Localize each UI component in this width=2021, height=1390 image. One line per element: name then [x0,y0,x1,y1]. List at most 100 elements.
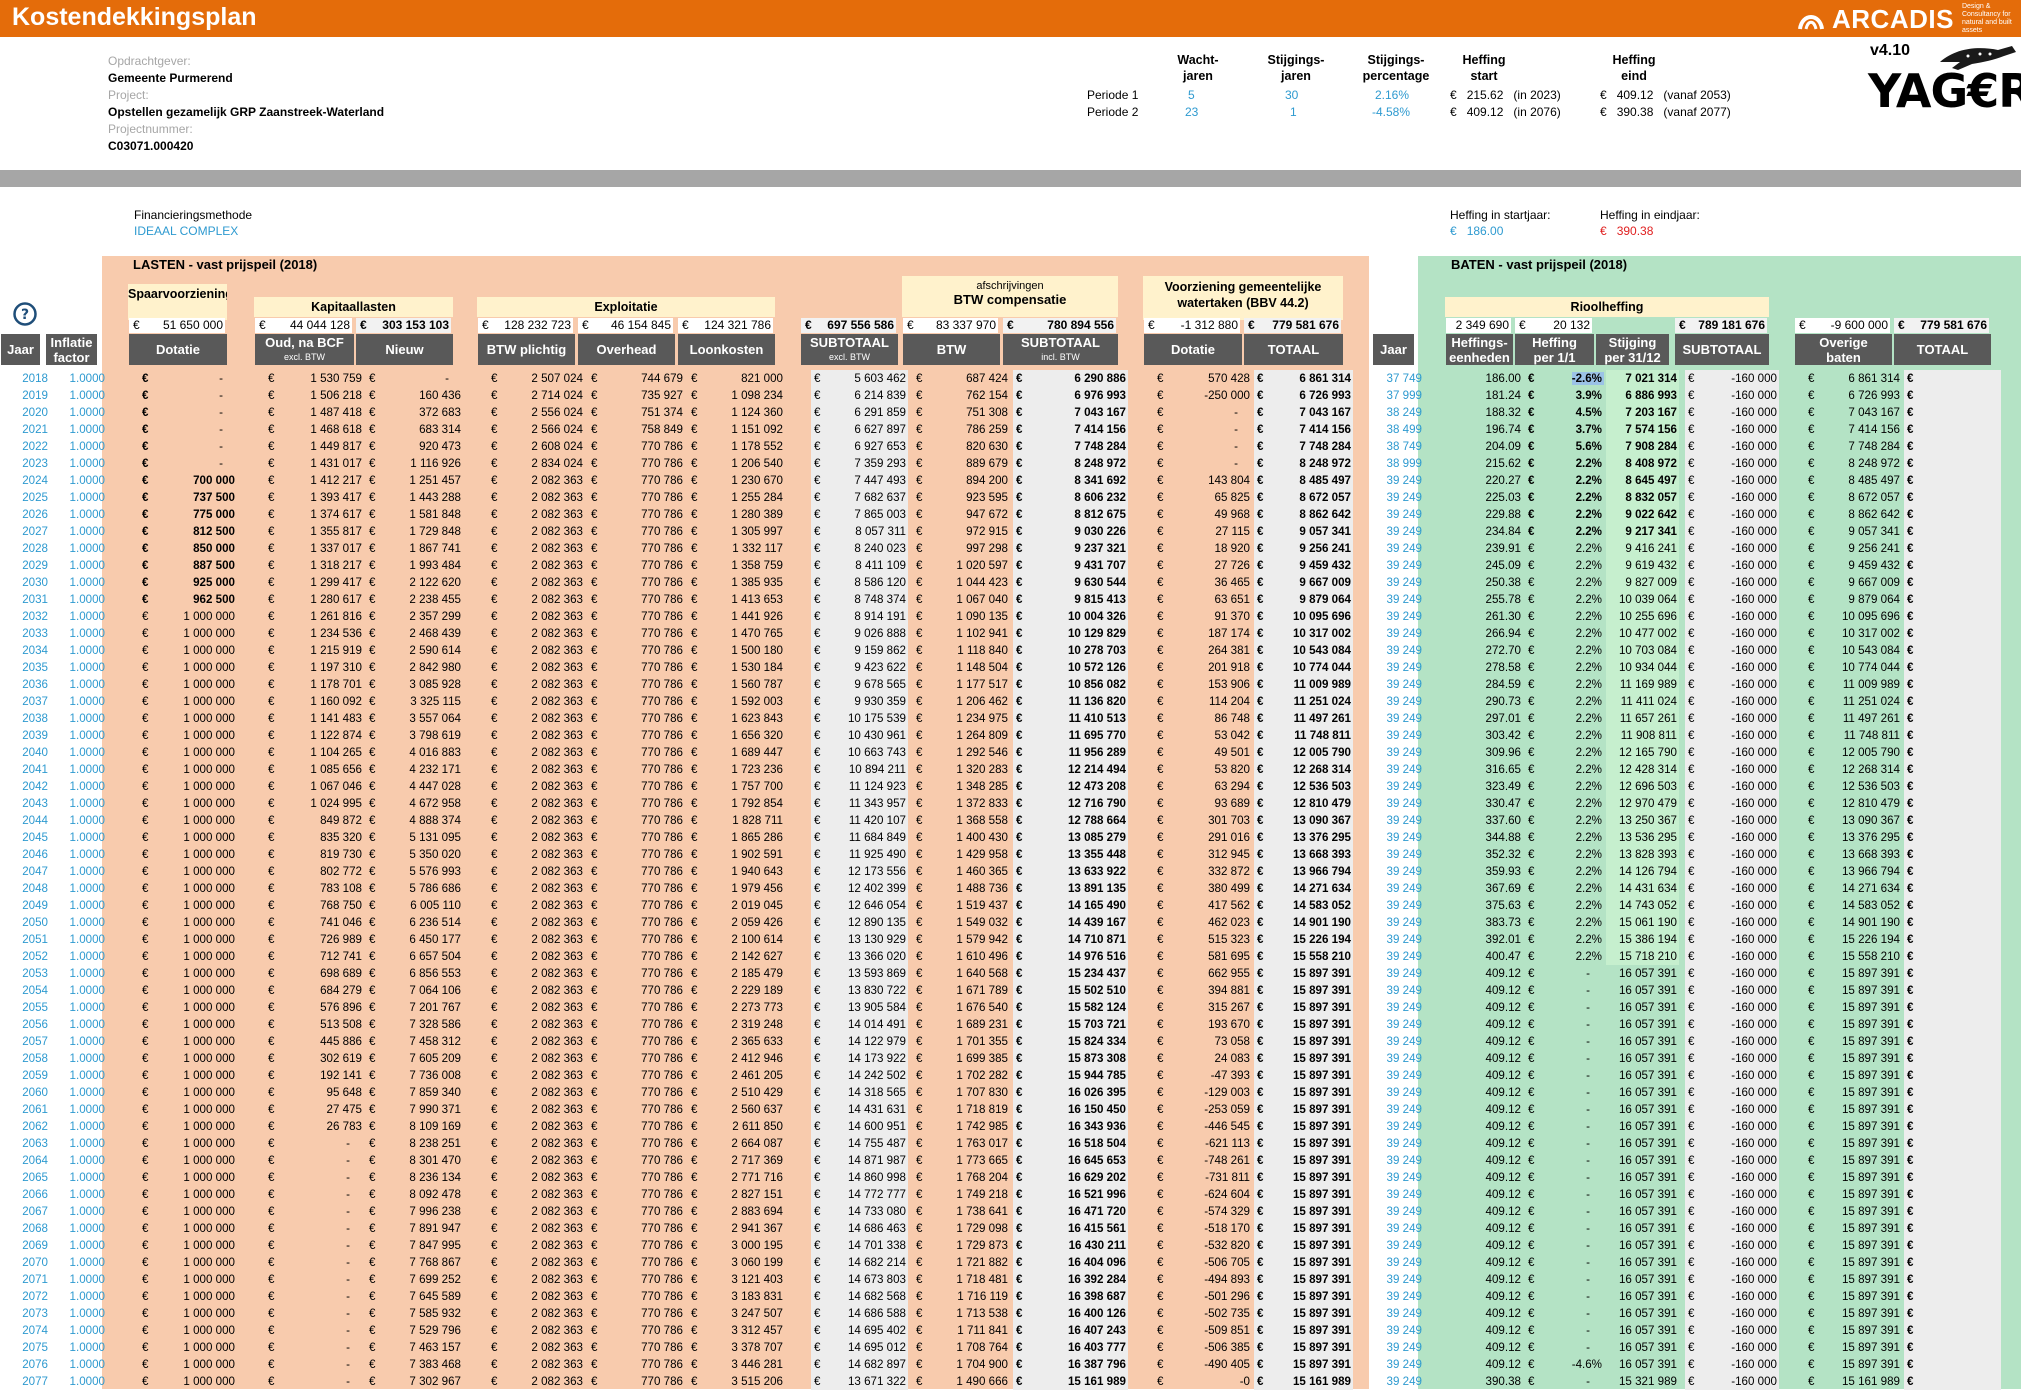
cell-loon: €2 319 248 [691,1018,783,1031]
cell-eenheden: 409.12 [1485,1069,1521,1082]
cell-overige: €13 966 794 [1808,865,1900,878]
cell-oud: €1 431 017 [268,457,362,470]
cell-sub-baten: € -160 000 [1685,931,1779,948]
cell-oud: €302 619 [268,1052,362,1065]
cell-overhead: €770 786 [591,882,683,895]
cell-nieuw: €7 645 589 [369,1290,461,1303]
cell-jaar: 2055 [22,1001,48,1014]
cell-heffing: €2.2% [1528,491,1602,504]
cell-totaal: €15 897 391 [1254,1203,1353,1220]
cell-subtot: €14 701 338 [811,1237,908,1254]
cell-totaal: €15 897 391 [1254,1356,1353,1373]
cell-subtot-incl: €15 944 785 [1013,1067,1128,1084]
total-spaar: €51 650 000 [129,318,225,333]
column-header-sub-baten: SUBTOTAAL [1675,334,1769,365]
cell-vdot: €93 689 [1157,797,1250,810]
cell-nieuw: €7 847 995 [369,1239,461,1252]
cell-vdot: €27 726 [1157,559,1250,572]
periode-perc[interactable]: -4.58% [1372,105,1410,119]
cell-overige: €15 226 194 [1808,933,1900,946]
cell-vdot: €91 370 [1157,610,1250,623]
cell-overhead: €770 786 [591,1052,683,1065]
cell-oud: € - [268,1137,350,1150]
cell-tot-baten: € [1904,693,2001,710]
cell-overige: €15 897 391 [1808,1018,1900,1031]
cell-totaal: €15 897 391 [1254,1339,1353,1356]
cell-eenheden: 196.74 [1485,423,1521,436]
cell-jaar: 2035 [22,661,48,674]
cell-subtot-incl: €16 430 211 [1013,1237,1128,1254]
cell-oud: €576 896 [268,1001,362,1014]
cell-btwpl: €2 082 363 [491,1171,583,1184]
cell-jaar2: 39 249 [1386,1290,1422,1303]
cell-totaal: €11 748 811 [1254,727,1353,744]
cell-inflatie: 1.0000 [69,372,105,385]
cell-spaar: €1 000 000 [142,661,235,674]
cell-heffing: €3.7% [1528,423,1602,436]
cell-totaal: €12 005 790 [1254,744,1353,761]
cell-overige: €15 897 391 [1808,1137,1900,1150]
cell-overige: €15 897 391 [1808,1154,1900,1167]
cell-totaal: €13 668 393 [1254,846,1353,863]
cell-btw: €751 308 [916,406,1008,419]
cell-overhead: €770 786 [591,1188,683,1201]
cell-overige: €15 897 391 [1808,1052,1900,1065]
cell-inflatie: 1.0000 [69,1035,105,1048]
cell-spaar: €1 000 000 [142,1171,235,1184]
cell-stijging: 16 057 391 [1618,1086,1677,1099]
cell-totaal: €13 090 367 [1254,812,1353,829]
periode-wacht[interactable]: 23 [1185,105,1198,119]
periode-stijg[interactable]: 1 [1290,105,1297,119]
cell-subtot-incl: €15 582 124 [1013,999,1128,1016]
help-icon[interactable]: ? [13,302,37,326]
cell-oud: €1 067 046 [268,780,362,793]
cell-btwpl: €2 082 363 [491,780,583,793]
cell-eenheden: 409.12 [1485,1324,1521,1337]
cell-jaar: 2037 [22,695,48,708]
cell-jaar2: 39 249 [1386,610,1422,623]
cell-tot-baten: € [1904,914,2001,931]
periode-perc[interactable]: 2.16% [1375,88,1409,102]
cell-tot-baten: € [1904,1084,2001,1101]
cell-stijging: 14 743 052 [1606,897,1679,914]
cell-totaal: €10 317 002 [1254,625,1353,642]
cell-btwpl: €2 082 363 [491,1001,583,1014]
cell-overhead: €770 786 [591,1273,683,1286]
cell-vdot: €380 499 [1157,882,1250,895]
cell-vdot: €332 872 [1157,865,1250,878]
financiering-value[interactable]: IDEAAL COMPLEX [134,224,238,238]
cell-loon: €2 461 205 [691,1069,783,1082]
cell-spaar: €775 000 [142,508,235,521]
cell-sub-baten: € -160 000 [1685,659,1779,676]
cell-spaar: €1 000 000 [142,1137,235,1150]
cell-oud: €95 648 [268,1086,362,1099]
cell-loon: €1 623 843 [691,712,783,725]
cell-vdot: € -446 545 [1157,1120,1250,1133]
financiering-label: Financieringsmethode [134,208,253,222]
cell-vdot: € -501 296 [1157,1290,1250,1303]
cell-btw: €762 154 [916,389,1008,402]
cell-subtot-incl: €8 812 675 [1013,506,1128,523]
cell-jaar2: 39 249 [1386,1273,1422,1286]
cell-sub-baten: € -160 000 [1685,846,1779,863]
cell-nieuw: €3 085 928 [369,678,461,691]
cell-heffing: €2.2% [1528,678,1602,691]
cell-spaar: €1 000 000 [142,882,235,895]
cell-jaar2: 37 999 [1386,389,1422,402]
periode-stijg[interactable]: 30 [1285,88,1298,102]
cell-loon: €2 365 633 [691,1035,783,1048]
periode-wacht[interactable]: 5 [1188,88,1195,102]
cell-btwpl: €2 082 363 [491,831,583,844]
cell-spaar: €1 000 000 [142,797,235,810]
cell-btwpl: €2 082 363 [491,746,583,759]
cell-stijging: 13 250 367 [1606,812,1679,829]
cell-overhead: €770 786 [591,1256,683,1269]
cell-subtot-incl: €16 392 284 [1013,1271,1128,1288]
cell-spaar: €1 000 000 [142,984,235,997]
cell-inflatie: 1.0000 [69,1171,105,1184]
cell-totaal: €14 271 634 [1254,880,1353,897]
cell-jaar: 2033 [22,627,48,640]
cell-vdot: €291 016 [1157,831,1250,844]
cell-loon: €1 828 711 [691,814,783,827]
cell-sub-baten: € -160 000 [1685,829,1779,846]
